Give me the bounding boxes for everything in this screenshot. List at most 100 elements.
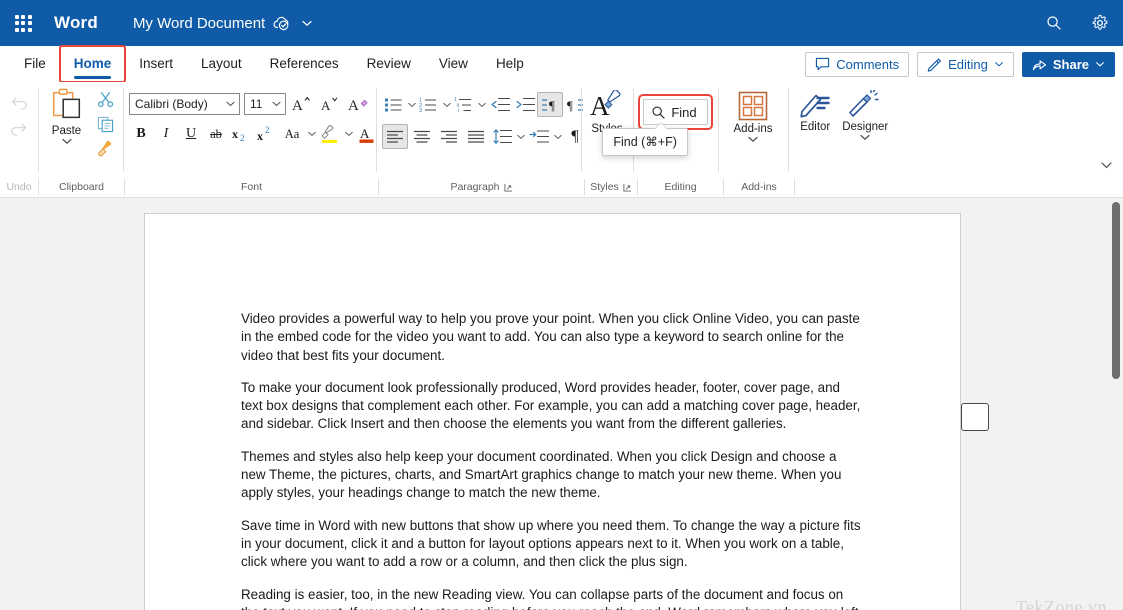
grow-font-icon[interactable]: A bbox=[290, 92, 314, 116]
app-name: Word bbox=[54, 13, 98, 33]
paragraph-spacing-button[interactable] bbox=[527, 125, 551, 149]
cut-button[interactable] bbox=[93, 87, 117, 111]
tab-view[interactable]: View bbox=[425, 46, 482, 82]
editing-mode-button[interactable]: Editing bbox=[917, 52, 1014, 77]
gear-icon[interactable] bbox=[1077, 0, 1123, 46]
cloud-saved-icon[interactable] bbox=[273, 15, 291, 31]
tab-references[interactable]: References bbox=[256, 46, 353, 82]
tab-review[interactable]: Review bbox=[353, 46, 425, 82]
superscript-button[interactable]: x2 bbox=[254, 122, 278, 146]
scrollbar-thumb[interactable] bbox=[1112, 202, 1120, 379]
format-painter-button[interactable] bbox=[93, 137, 117, 161]
redo-arrow-icon[interactable] bbox=[7, 116, 31, 140]
left-to-right-button[interactable]: ¶ bbox=[537, 92, 563, 117]
tab-home[interactable]: Home bbox=[60, 46, 126, 82]
shrink-font-icon[interactable]: A bbox=[318, 92, 342, 116]
chevron-down-icon[interactable] bbox=[552, 125, 563, 149]
vertical-scrollbar[interactable] bbox=[1109, 198, 1123, 610]
addins-button[interactable]: Add-ins bbox=[722, 88, 784, 144]
line-spacing-button[interactable] bbox=[490, 125, 514, 149]
increase-indent-button[interactable] bbox=[512, 93, 537, 117]
app-launcher-icon bbox=[15, 15, 32, 32]
align-right-button[interactable] bbox=[436, 125, 462, 149]
tab-insert[interactable]: Insert bbox=[125, 46, 187, 82]
editor-button[interactable]: Editor bbox=[794, 88, 836, 133]
text-highlight-button[interactable] bbox=[318, 122, 342, 146]
chevron-down-icon[interactable] bbox=[61, 137, 73, 146]
chevron-down-icon[interactable] bbox=[859, 133, 871, 142]
document-paragraph: Save time in Word with new buttons that … bbox=[241, 517, 862, 572]
svg-text:3: 3 bbox=[419, 108, 422, 113]
italic-button[interactable]: I bbox=[154, 122, 178, 146]
title-chevron-down-icon[interactable] bbox=[301, 17, 313, 29]
change-case-button[interactable]: Aa bbox=[279, 122, 305, 146]
group-label-clipboard: Clipboard bbox=[39, 176, 124, 198]
share-label: Share bbox=[1053, 57, 1089, 72]
ribbon-collapse-button[interactable] bbox=[1095, 154, 1117, 176]
copy-button[interactable] bbox=[93, 112, 117, 136]
document-body[interactable]: Video provides a powerful way to help yo… bbox=[145, 214, 960, 610]
undo-arrow-icon[interactable] bbox=[7, 90, 31, 114]
chevron-down-icon[interactable] bbox=[476, 93, 487, 117]
group-label-styles: Styles bbox=[585, 176, 637, 198]
multilevel-list-button[interactable]: 1ai bbox=[452, 93, 476, 117]
document-paragraph: To make your document look professionall… bbox=[241, 379, 862, 434]
tab-file[interactable]: File bbox=[10, 46, 60, 82]
tab-layout[interactable]: Layout bbox=[187, 46, 256, 82]
designer-wand-icon bbox=[849, 90, 881, 120]
designer-button[interactable]: Designer bbox=[838, 88, 892, 142]
decrease-indent-button[interactable] bbox=[487, 93, 512, 117]
group-label-paragraph: Paragraph bbox=[379, 176, 584, 198]
svg-text:x: x bbox=[232, 127, 238, 141]
find-label: Find bbox=[671, 105, 696, 120]
justify-button[interactable] bbox=[463, 125, 489, 149]
group-label-styles-text: Styles bbox=[590, 181, 619, 193]
document-paragraph: Video provides a powerful way to help yo… bbox=[241, 310, 862, 365]
chevron-down-icon[interactable] bbox=[343, 122, 354, 146]
font-name-combo[interactable]: Calibri (Body) bbox=[129, 93, 240, 115]
font-size-combo[interactable]: 11 bbox=[244, 93, 286, 115]
strikethrough-button[interactable]: ab bbox=[204, 122, 228, 146]
align-left-button[interactable] bbox=[382, 124, 408, 149]
ribbon-group-undo bbox=[0, 82, 38, 176]
paragraph-dialog-launcher-icon[interactable] bbox=[504, 183, 513, 192]
search-icon[interactable] bbox=[1031, 0, 1077, 46]
document-title[interactable]: My Word Document bbox=[133, 15, 265, 32]
subscript-button[interactable]: x2 bbox=[229, 122, 253, 146]
numbered-list-button[interactable]: 123 bbox=[417, 93, 441, 117]
ribbon-tabstrip-actions: Comments Editing Share bbox=[805, 46, 1115, 82]
document-page[interactable]: Video provides a powerful way to help yo… bbox=[144, 213, 961, 610]
bulleted-list-button[interactable] bbox=[382, 93, 406, 117]
chevron-down-icon[interactable] bbox=[515, 125, 526, 149]
align-center-button[interactable] bbox=[409, 125, 435, 149]
tab-help[interactable]: Help bbox=[482, 46, 538, 82]
comments-button[interactable]: Comments bbox=[805, 52, 909, 77]
editor-label: Editor bbox=[800, 121, 830, 133]
chevron-down-icon[interactable] bbox=[306, 122, 317, 146]
comments-label: Comments bbox=[836, 57, 899, 72]
bold-label: B bbox=[136, 126, 145, 142]
find-button[interactable]: Find bbox=[643, 99, 707, 125]
paste-button[interactable]: Paste bbox=[44, 86, 89, 146]
change-case-label: Aa bbox=[285, 127, 300, 142]
chevron-down-icon[interactable] bbox=[406, 93, 417, 117]
find-annotation-box: Find Find (⌘+F) bbox=[640, 96, 710, 128]
chevron-down-icon[interactable] bbox=[747, 135, 759, 144]
comment-anchor[interactable] bbox=[961, 403, 989, 431]
group-label-addins: Add-ins bbox=[724, 176, 794, 198]
underline-button[interactable]: U bbox=[179, 122, 203, 146]
styles-dialog-launcher-icon[interactable] bbox=[623, 183, 632, 192]
app-launcher-button[interactable] bbox=[0, 0, 46, 46]
add-ins-grid-icon bbox=[737, 90, 769, 122]
chevron-down-icon[interactable] bbox=[441, 93, 452, 117]
bold-button[interactable]: B bbox=[129, 122, 153, 146]
group-label-paragraph-text: Paragraph bbox=[450, 181, 499, 193]
chevron-down-icon bbox=[225, 100, 236, 108]
ribbon-group-labels: Undo Clipboard Font Paragraph Styles Edi… bbox=[0, 176, 1123, 198]
underline-label: U bbox=[186, 126, 196, 142]
strikethrough-label: ab bbox=[210, 127, 222, 142]
clear-formatting-icon[interactable]: A bbox=[346, 92, 370, 116]
find-tooltip: Find (⌘+F) bbox=[602, 128, 688, 156]
group-label-editing: Editing bbox=[638, 176, 723, 198]
share-button[interactable]: Share bbox=[1022, 52, 1115, 77]
